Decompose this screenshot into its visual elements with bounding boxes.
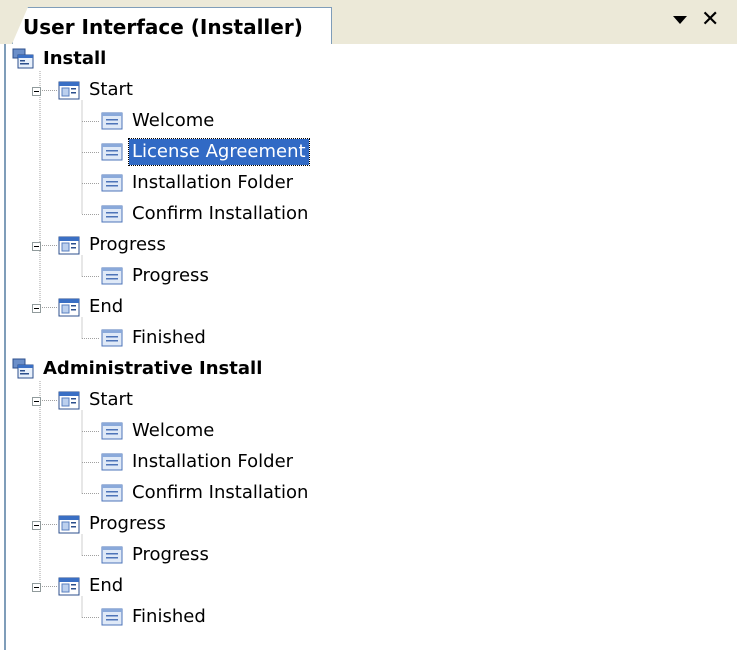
dialog-group-icon [58, 298, 80, 317]
tree-item-label: Confirm Installation [132, 203, 309, 224]
tree-leaf-item[interactable]: Installation Folder [101, 447, 296, 477]
dialog-group-icon [58, 515, 80, 534]
tree-group-item[interactable]: Progress [58, 230, 169, 260]
dialog-icon [101, 205, 123, 223]
collapse-toggle-icon[interactable] [32, 520, 41, 530]
tree-view[interactable]: Install Start Welcome License Agreement Inst… [4, 44, 737, 650]
tree-item-label: Start [89, 389, 133, 410]
tree-root-item[interactable]: Administrative Install [12, 354, 265, 384]
tree-item-label-selected: License Agreement [128, 138, 310, 166]
dialog-icon [101, 484, 123, 502]
dialog-icon [101, 112, 123, 130]
tree-group-item[interactable]: Start [58, 75, 136, 105]
tree-item-label: Install [43, 48, 107, 69]
tree-leaf-item[interactable]: Confirm Installation [101, 199, 311, 229]
tree-item-label: Start [89, 79, 133, 100]
collapse-toggle-icon[interactable] [32, 582, 41, 592]
tree-group-item[interactable]: End [58, 292, 126, 322]
tree-item-label: Finished [132, 606, 206, 627]
tree-item-label: Progress [89, 234, 166, 255]
tree-leaf-item[interactable]: Finished [101, 323, 209, 353]
dialog-icon [101, 143, 123, 161]
tree-item-label: Progress [132, 544, 209, 565]
tree-leaf-item[interactable]: Welcome [101, 416, 217, 446]
close-icon[interactable]: ✕ [701, 8, 719, 32]
triangle-down-icon[interactable] [673, 16, 687, 24]
tree-leaf-item[interactable]: License Agreement [101, 137, 310, 167]
tree-leaf-item[interactable]: Finished [101, 602, 209, 632]
tree-item-label: Confirm Installation [132, 482, 309, 503]
dialog-icon [101, 267, 123, 285]
tree-item-label: Progress [89, 513, 166, 534]
dialog-group-icon [58, 391, 80, 410]
tree-leaf-item[interactable]: Progress [101, 540, 212, 570]
collapse-toggle-icon[interactable] [32, 86, 41, 96]
collapse-toggle-icon[interactable] [32, 396, 41, 406]
tree-group-item[interactable]: Progress [58, 509, 169, 539]
tree-leaf-item[interactable]: Progress [101, 261, 212, 291]
dialog-icon [101, 174, 123, 192]
tree-item-label: Installation Folder [132, 451, 294, 472]
dialog-icon [101, 329, 123, 347]
tree-item-label: Administrative Install [43, 358, 263, 379]
collapse-toggle-icon[interactable] [32, 303, 41, 313]
dialog-icon [101, 608, 123, 626]
dialog-icon [101, 453, 123, 471]
tree-leaf-item[interactable]: Installation Folder [101, 168, 296, 198]
tree-root-item[interactable]: Install [12, 44, 109, 74]
collapse-toggle-icon[interactable] [32, 241, 41, 251]
tree-group-item[interactable]: Start [58, 385, 136, 415]
dialog-icon [101, 422, 123, 440]
tree-item-label: Installation Folder [132, 172, 294, 193]
dialog-group-icon [58, 577, 80, 596]
tab-title: User Interface (Installer) [23, 15, 303, 39]
tree-item-label: Welcome [132, 420, 215, 441]
dialog-group-icon [58, 81, 80, 100]
installer-root-icon [12, 48, 34, 69]
tree-leaf-item[interactable]: Confirm Installation [101, 478, 311, 508]
tree-leaf-item[interactable]: Welcome [101, 106, 217, 136]
tree-item-label: Finished [132, 327, 206, 348]
dialog-group-icon [58, 236, 80, 255]
tree-item-label: Welcome [132, 110, 215, 131]
dialog-icon [101, 546, 123, 564]
tab-strip: User Interface (Installer) ✕ [0, 0, 737, 44]
tree-group-item[interactable]: End [58, 571, 126, 601]
tab-user-interface[interactable]: User Interface (Installer) [12, 7, 332, 44]
installer-root-icon [12, 358, 34, 379]
tree-item-label: End [89, 575, 124, 596]
tree-item-label: End [89, 296, 124, 317]
tree-item-label: Progress [132, 265, 209, 286]
